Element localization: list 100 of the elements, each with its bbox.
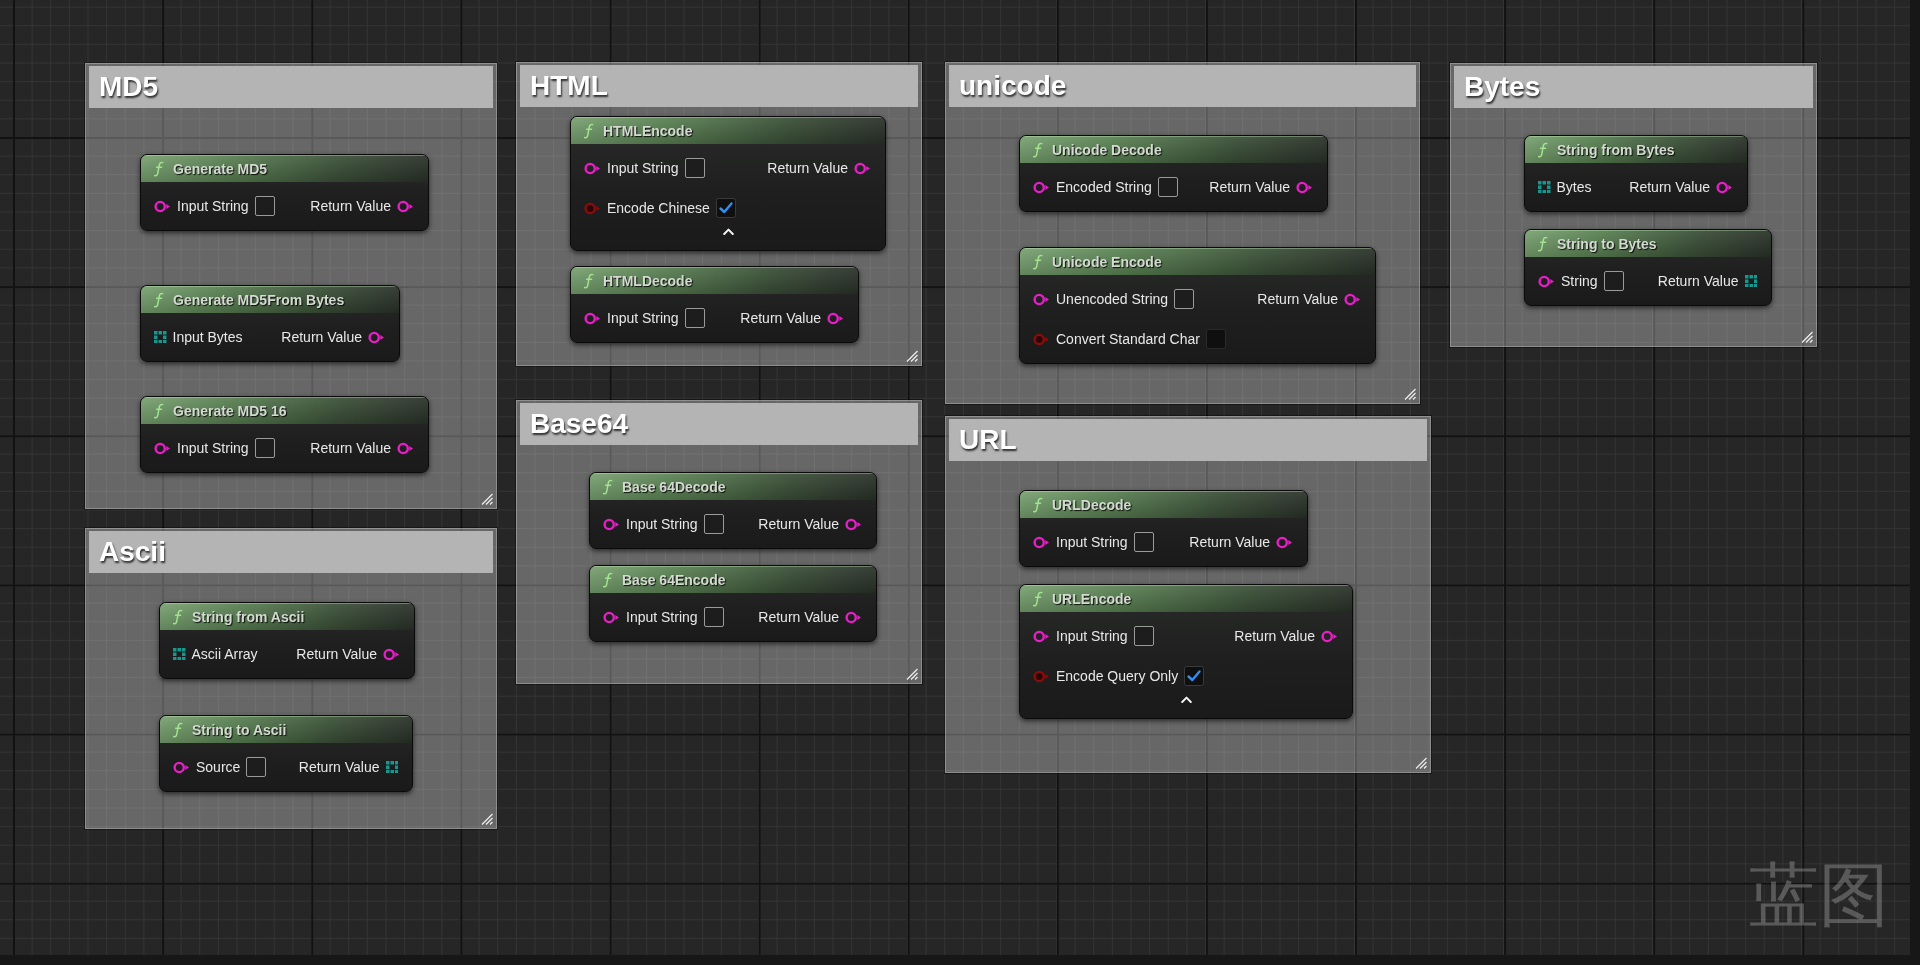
pin-icon[interactable] bbox=[1321, 629, 1338, 643]
default-value-field[interactable] bbox=[684, 158, 705, 178]
pin-label: Input String bbox=[607, 160, 679, 176]
pin-label: Return Value bbox=[758, 609, 839, 625]
resize-handle-icon[interactable] bbox=[906, 668, 918, 680]
pin-label: Return Value bbox=[310, 198, 391, 214]
function-icon bbox=[173, 721, 183, 738]
pin-label: Encoded String bbox=[1056, 179, 1152, 195]
node-title: Unicode Encode bbox=[1052, 253, 1162, 270]
pin-icon[interactable] bbox=[368, 330, 385, 344]
resize-handle-icon[interactable] bbox=[1404, 388, 1416, 400]
pin-icon[interactable] bbox=[603, 517, 620, 531]
pin-label: Input String bbox=[607, 310, 679, 326]
pin-icon[interactable] bbox=[1033, 535, 1050, 549]
pin-label: String bbox=[1561, 273, 1598, 289]
node-title: HTMLDecode bbox=[603, 272, 693, 289]
pin-icon[interactable] bbox=[1716, 180, 1733, 194]
chevron-up-icon[interactable] bbox=[722, 228, 734, 235]
function-icon bbox=[154, 160, 164, 177]
pin-icon[interactable] bbox=[845, 517, 862, 531]
array-pin-icon[interactable] bbox=[154, 330, 167, 344]
pin-icon[interactable] bbox=[584, 161, 601, 175]
function-icon bbox=[603, 571, 613, 588]
checkbox[interactable] bbox=[1205, 329, 1226, 349]
checkbox[interactable] bbox=[715, 198, 736, 218]
pin-icon[interactable] bbox=[1033, 292, 1050, 306]
node-title: Base 64Encode bbox=[622, 571, 726, 588]
function-icon bbox=[1538, 235, 1548, 252]
resize-handle-icon[interactable] bbox=[1415, 757, 1427, 769]
default-value-field[interactable] bbox=[1133, 532, 1154, 552]
pin-icon[interactable] bbox=[154, 199, 171, 213]
array-pin-icon[interactable] bbox=[1744, 274, 1757, 288]
pin-label: Input String bbox=[626, 516, 698, 532]
pin-icon[interactable] bbox=[854, 161, 871, 175]
pin-label: Input String bbox=[177, 440, 249, 456]
pin-icon[interactable] bbox=[603, 610, 620, 624]
default-value-field[interactable] bbox=[703, 607, 724, 627]
checkbox[interactable] bbox=[1184, 666, 1205, 686]
pin-icon[interactable] bbox=[1344, 292, 1361, 306]
pin-icon[interactable] bbox=[383, 647, 400, 661]
pin-label: Convert Standard Char bbox=[1056, 331, 1200, 347]
default-value-field[interactable] bbox=[703, 514, 724, 534]
node-title: Generate MD5 16 bbox=[173, 402, 287, 419]
pin-icon[interactable] bbox=[584, 311, 601, 325]
default-value-field[interactable] bbox=[254, 196, 275, 216]
function-icon bbox=[1033, 590, 1043, 607]
function-icon bbox=[603, 478, 613, 495]
default-value-field[interactable] bbox=[1133, 626, 1154, 646]
default-value-field[interactable] bbox=[254, 438, 275, 458]
pin-icon[interactable] bbox=[1033, 629, 1050, 643]
pin-icon[interactable] bbox=[845, 610, 862, 624]
pin-icon[interactable] bbox=[1033, 180, 1050, 194]
pin-label: Return Value bbox=[281, 329, 362, 345]
node-title: Generate MD5 bbox=[173, 160, 268, 177]
default-value-field[interactable] bbox=[1603, 271, 1624, 291]
default-value-field[interactable] bbox=[684, 308, 705, 328]
function-icon bbox=[1033, 253, 1043, 270]
pin-label: Encode Chinese bbox=[607, 200, 710, 216]
node-title: URLDecode bbox=[1052, 496, 1132, 513]
resize-handle-icon[interactable] bbox=[481, 493, 493, 505]
resize-handle-icon[interactable] bbox=[906, 350, 918, 362]
default-value-field[interactable] bbox=[246, 757, 267, 777]
node-title: Unicode Decode bbox=[1052, 141, 1162, 158]
pin-label: Return Value bbox=[1629, 179, 1710, 195]
resize-handle-icon[interactable] bbox=[1801, 331, 1813, 343]
default-value-field[interactable] bbox=[1174, 289, 1195, 309]
pin-icon[interactable] bbox=[154, 441, 171, 455]
chevron-up-icon[interactable] bbox=[1180, 696, 1192, 703]
node-title: String from Ascii bbox=[192, 608, 305, 625]
array-pin-icon[interactable] bbox=[173, 647, 186, 661]
pin-icon[interactable] bbox=[1538, 274, 1555, 288]
pin-label: Source bbox=[196, 759, 241, 775]
function-icon bbox=[584, 272, 594, 289]
function-icon bbox=[154, 402, 164, 419]
function-icon bbox=[173, 608, 183, 625]
array-pin-icon[interactable] bbox=[385, 760, 398, 774]
pin-icon[interactable] bbox=[1296, 180, 1313, 194]
array-pin-icon[interactable] bbox=[1538, 180, 1551, 194]
function-icon bbox=[1033, 141, 1043, 158]
comment-header: Ascii bbox=[89, 531, 493, 573]
function-icon bbox=[154, 291, 164, 308]
pin-label: Unencoded String bbox=[1056, 291, 1169, 307]
comment-header: Bytes bbox=[1454, 66, 1813, 108]
resize-handle-icon[interactable] bbox=[481, 813, 493, 825]
default-value-field[interactable] bbox=[1157, 177, 1178, 197]
pin-icon[interactable] bbox=[173, 760, 190, 774]
pin-label: Input String bbox=[1056, 534, 1128, 550]
pin-icon[interactable] bbox=[397, 441, 414, 455]
pin-label: Return Value bbox=[740, 310, 821, 326]
node-title: String to Ascii bbox=[192, 721, 287, 738]
pin-icon[interactable] bbox=[397, 199, 414, 213]
comment-header: Base64 bbox=[520, 403, 918, 445]
function-icon bbox=[1538, 141, 1548, 158]
node-title: Base 64Decode bbox=[622, 478, 726, 495]
pin-label: Bytes bbox=[1556, 179, 1592, 195]
node-title: HTMLEncode bbox=[603, 122, 693, 139]
pin-label: Input Bytes bbox=[172, 329, 243, 345]
pin-icon[interactable] bbox=[1276, 535, 1293, 549]
function-icon bbox=[1033, 496, 1043, 513]
pin-icon[interactable] bbox=[827, 311, 844, 325]
